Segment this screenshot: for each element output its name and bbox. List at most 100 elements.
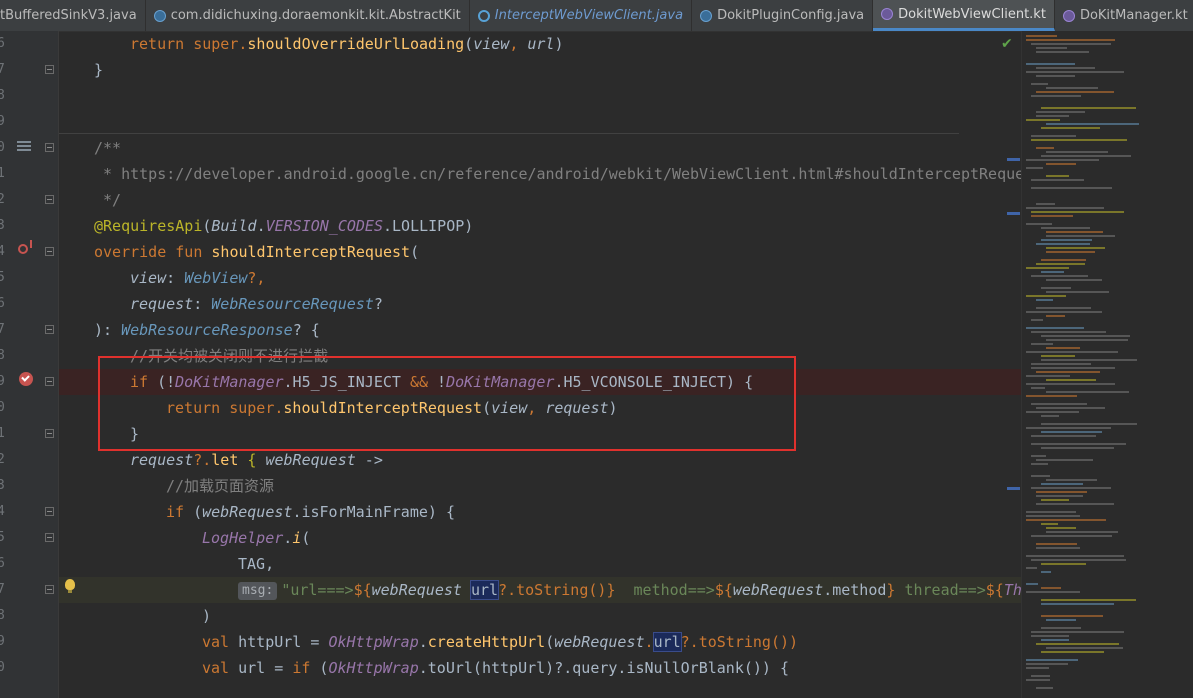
line-number: 0 — [0, 400, 5, 415]
fold-icon[interactable] — [45, 195, 54, 204]
minimap-line — [1041, 239, 1092, 241]
minimap-line — [1046, 527, 1076, 529]
minimap-line — [1036, 263, 1085, 265]
minimap-line — [1036, 407, 1105, 409]
minimap-line — [1046, 531, 1118, 533]
fold-icon[interactable] — [45, 325, 54, 334]
minimap-line — [1046, 291, 1109, 293]
minimap-line — [1046, 87, 1098, 89]
lightbulb-icon[interactable] — [65, 579, 75, 593]
code-line: val httpUrl = OkHttpWrap.createHttpUrl(w… — [202, 632, 799, 652]
minimap-line — [1026, 515, 1080, 517]
tab-dokit-manager[interactable]: DoKitManager.kt — [1055, 0, 1193, 31]
code-line: request: WebResourceRequest? — [130, 295, 383, 313]
minimap-line — [1026, 167, 1043, 169]
minimap-line — [1036, 111, 1085, 113]
minimap-line — [1036, 203, 1055, 205]
fold-icon[interactable] — [45, 377, 54, 386]
minimap-line — [1031, 675, 1050, 677]
minimap-line — [1046, 279, 1102, 281]
tab-label: DokitWebViewClient.kt — [898, 6, 1046, 22]
fold-icon[interactable] — [45, 65, 54, 74]
minimap-line — [1031, 403, 1087, 405]
minimap-line — [1041, 447, 1114, 449]
tab-abstract-kit[interactable]: com.didichuxing.doraemonkit.kit.Abstract… — [146, 0, 470, 31]
check-icon[interactable]: ✔ — [1001, 36, 1013, 52]
code-line: override fun shouldInterceptRequest( — [94, 243, 420, 261]
minimap-line — [1026, 223, 1052, 225]
minimap-line — [1036, 243, 1090, 245]
code-line: ) — [202, 607, 212, 625]
minimap-line — [1031, 139, 1127, 141]
minimap-line — [1036, 371, 1100, 373]
fold-icon[interactable] — [45, 429, 54, 438]
java-class-icon — [700, 9, 713, 22]
scroll-marker[interactable] — [1007, 487, 1020, 490]
minimap-line — [1041, 563, 1086, 565]
code-line: * https://developer.android.google.cn/re… — [94, 165, 1021, 183]
line-number: 8 — [0, 88, 5, 103]
minimap-line — [1041, 499, 1069, 501]
minimap-line — [1041, 271, 1064, 273]
line-number: 4 — [0, 244, 5, 259]
minimap[interactable] — [1021, 31, 1193, 698]
minimap-line — [1026, 519, 1106, 521]
minimap-line — [1031, 363, 1091, 365]
tab-label: DoKitManager.kt — [1079, 8, 1188, 23]
minimap-line — [1046, 479, 1097, 481]
tab-intercept-webview-client[interactable]: InterceptWebViewClient.java — [470, 0, 693, 31]
minimap-line — [1041, 415, 1059, 417]
override-icon[interactable] — [18, 240, 32, 254]
minimap-line — [1046, 123, 1139, 125]
minimap-line — [1026, 207, 1104, 209]
minimap-line — [1026, 659, 1078, 661]
tab-buffered-sink[interactable]: tBufferedSinkV3.java — [0, 0, 146, 31]
line-number: 1 — [0, 426, 5, 441]
minimap-line — [1036, 503, 1114, 505]
minimap-line — [1041, 335, 1130, 337]
minimap-line — [1036, 147, 1054, 149]
minimap-line — [1031, 343, 1053, 345]
doc-comment-icon[interactable] — [17, 141, 31, 153]
kotlin-file-icon — [1062, 9, 1075, 22]
line-number: 7 — [0, 582, 5, 597]
scroll-marker[interactable] — [1007, 158, 1020, 161]
minimap-line — [1031, 535, 1112, 537]
minimap-line — [1041, 651, 1104, 653]
fold-icon[interactable] — [45, 143, 54, 152]
minimap-line — [1026, 63, 1075, 65]
code-line: //加载页面资源 — [166, 477, 275, 495]
fold-icon[interactable] — [45, 247, 54, 256]
code-line: return super.shouldOverrideUrlLoading(vi… — [130, 35, 564, 53]
fold-icon[interactable] — [45, 507, 54, 516]
minimap-line — [1046, 251, 1095, 253]
minimap-line — [1041, 127, 1100, 129]
code-line: @RequiresApi(Build.VERSION_CODES.LOLLIPO… — [94, 217, 474, 235]
code-line: */ — [94, 191, 122, 209]
fold-icon[interactable] — [45, 585, 54, 594]
minimap-line — [1036, 115, 1069, 117]
minimap-line — [1026, 667, 1049, 669]
minimap-line — [1036, 491, 1087, 493]
minimap-line — [1041, 587, 1061, 589]
tab-dokit-plugin-config[interactable]: DokitPluginConfig.java — [692, 0, 874, 31]
method-separator — [59, 133, 959, 134]
fold-icon[interactable] — [45, 533, 54, 542]
line-number: 3 — [0, 478, 5, 493]
editor-gutter[interactable]: 6 7 8 9 0 1 2 3 4 5 6 7 8 9 0 1 2 3 4 5 … — [0, 31, 58, 698]
minimap-line — [1026, 39, 1115, 41]
minimap-line — [1041, 483, 1083, 485]
scroll-marker[interactable] — [1007, 212, 1020, 215]
minimap-line — [1041, 359, 1137, 361]
minimap-line — [1031, 275, 1088, 277]
line-number: 2 — [0, 192, 5, 207]
minimap-line — [1031, 135, 1076, 137]
minimap-line — [1026, 311, 1102, 313]
code-line: msg: "url===>${webRequest url?.toString()… — [59, 577, 1021, 603]
breakpoint-icon[interactable] — [19, 372, 33, 386]
minimap-line — [1036, 643, 1119, 645]
minimap-line — [1036, 459, 1093, 461]
line-number: 7 — [0, 322, 5, 337]
tab-dokit-webview-client[interactable]: DokitWebViewClient.kt — [873, 0, 1055, 31]
minimap-line — [1031, 463, 1048, 465]
